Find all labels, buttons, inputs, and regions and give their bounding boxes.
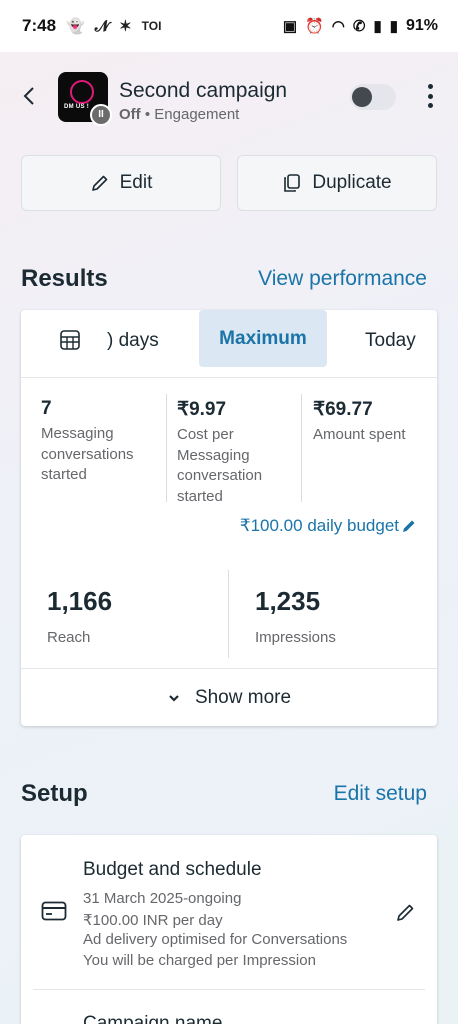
edit-budget-icon[interactable] (395, 901, 417, 923)
schedule-dates: 31 March 2025-ongoing (83, 890, 242, 907)
results-heading: Results (21, 265, 108, 292)
thumbnail-text: DM US ! (64, 104, 90, 110)
signal-icon: ▮ (373, 17, 382, 35)
tab-days[interactable]: ) days (107, 330, 159, 352)
budget-amount: ₹100.00 INR per day (83, 912, 223, 929)
pencil-icon (91, 175, 107, 191)
show-more-button[interactable]: Show more (21, 668, 437, 726)
kebab-dot (427, 84, 433, 89)
metric-impressions: 1,235 Impressions (255, 586, 336, 646)
more-options-button[interactable] (420, 82, 440, 110)
battery-icon: ▮ (389, 17, 398, 35)
date-range-tabs: ) days Maximum Today (21, 310, 437, 378)
metric-divider (166, 394, 167, 502)
metric-conversations: 7 Messaging conversations started (41, 398, 161, 486)
tab-maximum[interactable]: Maximum (199, 310, 327, 367)
duplicate-button[interactable]: Duplicate (237, 155, 437, 211)
duplicate-label: Duplicate (312, 172, 392, 193)
credit-card-icon (41, 901, 67, 921)
setup-card: Budget and schedule 31 March 2025-ongoin… (21, 835, 437, 1024)
campaign-title: Second campaign (119, 79, 288, 102)
duplicate-icon (284, 174, 301, 192)
snapchat-icon: 👻 (66, 17, 85, 35)
campaign-status: Off (119, 106, 141, 123)
campaign-header: DM US ! II Second campaign Off • Engagem… (0, 70, 458, 126)
daily-budget-text: ₹100.00 daily budget (239, 516, 399, 535)
kebab-dot (427, 103, 433, 108)
impressions-value: 1,235 (255, 586, 321, 616)
metric-divider (228, 570, 229, 658)
budget-schedule-title: Budget and schedule (83, 859, 262, 880)
calendar-icon[interactable] (59, 329, 81, 351)
pencil-icon (403, 520, 415, 532)
metric-label: Messaging conversations started (41, 425, 134, 483)
nfc-icon: ▣ (282, 17, 298, 35)
alarm-icon: ⏰ (305, 17, 324, 35)
setup-heading: Setup (21, 780, 88, 807)
show-more-label: Show more (194, 686, 292, 708)
status-time: 7:48 (22, 16, 57, 35)
kebab-dot (427, 93, 433, 99)
toggle-knob (352, 87, 372, 107)
impressions-label: Impressions (255, 629, 336, 646)
toi-icon: TOI (141, 19, 162, 33)
sparkle-icon: ✶ (119, 17, 132, 35)
notification-icons: 👻 𝓝 ✶ TOI (66, 19, 161, 34)
edit-button[interactable]: Edit (21, 155, 221, 211)
metric-value: 7 (41, 398, 52, 419)
charge-type: You will be charged per Impression (83, 952, 316, 969)
view-performance-link[interactable]: View performance (258, 267, 427, 291)
edit-label: Edit (119, 172, 153, 193)
paused-icon: II (90, 104, 112, 126)
battery-percent: 91% (405, 17, 438, 34)
metric-value: ₹9.97 (177, 399, 227, 420)
campaign-thumbnail: DM US ! II (58, 72, 112, 126)
edit-setup-link[interactable]: Edit setup (334, 782, 427, 806)
subtitle-separator: • (144, 106, 151, 123)
metric-value: ₹69.77 (313, 399, 373, 420)
daily-budget-link[interactable]: ₹100.00 daily budget (240, 516, 417, 536)
chevron-left-icon (23, 87, 34, 105)
reach-value: 1,166 (47, 586, 113, 616)
tab-today[interactable]: Today (365, 330, 416, 352)
chevron-down-icon (169, 694, 179, 702)
results-card: ) days Maximum Today 7 Messaging convers… (21, 310, 437, 726)
delivery-optimisation: Ad delivery optimised for Conversations (83, 931, 348, 948)
metric-amount-spent: ₹69.77 Amount spent (313, 398, 433, 446)
call-icon: ✆ (352, 17, 366, 35)
system-icons: ▣ ⏰ ◠ ✆ ▮ ▮ 91% (283, 17, 438, 35)
setup-divider (33, 989, 425, 990)
campaign-objective: Engagement (154, 106, 240, 123)
wifi-icon: ◠ (331, 17, 345, 35)
status-bar: 7:48 👻 𝓝 ✶ TOI ▣ ⏰ ◠ ✆ ▮ ▮ 91% (0, 0, 458, 52)
campaign-name-title: Campaign name (83, 1013, 223, 1024)
campaign-toggle[interactable] (350, 84, 396, 110)
reach-label: Reach (47, 629, 91, 646)
metric-label: Amount spent (313, 426, 406, 443)
metric-cost-per-result: ₹9.97 Cost per Messaging conversation st… (177, 398, 297, 507)
back-button[interactable] (16, 82, 44, 110)
metric-divider (301, 394, 302, 502)
thumbnail-logo (70, 80, 94, 104)
campaign-subtitle: Off • Engagement (119, 106, 239, 123)
metric-reach: 1,166 Reach (47, 586, 112, 646)
metric-label: Cost per Messaging conversation started (177, 426, 263, 505)
news-icon: 𝓝 (94, 17, 110, 35)
